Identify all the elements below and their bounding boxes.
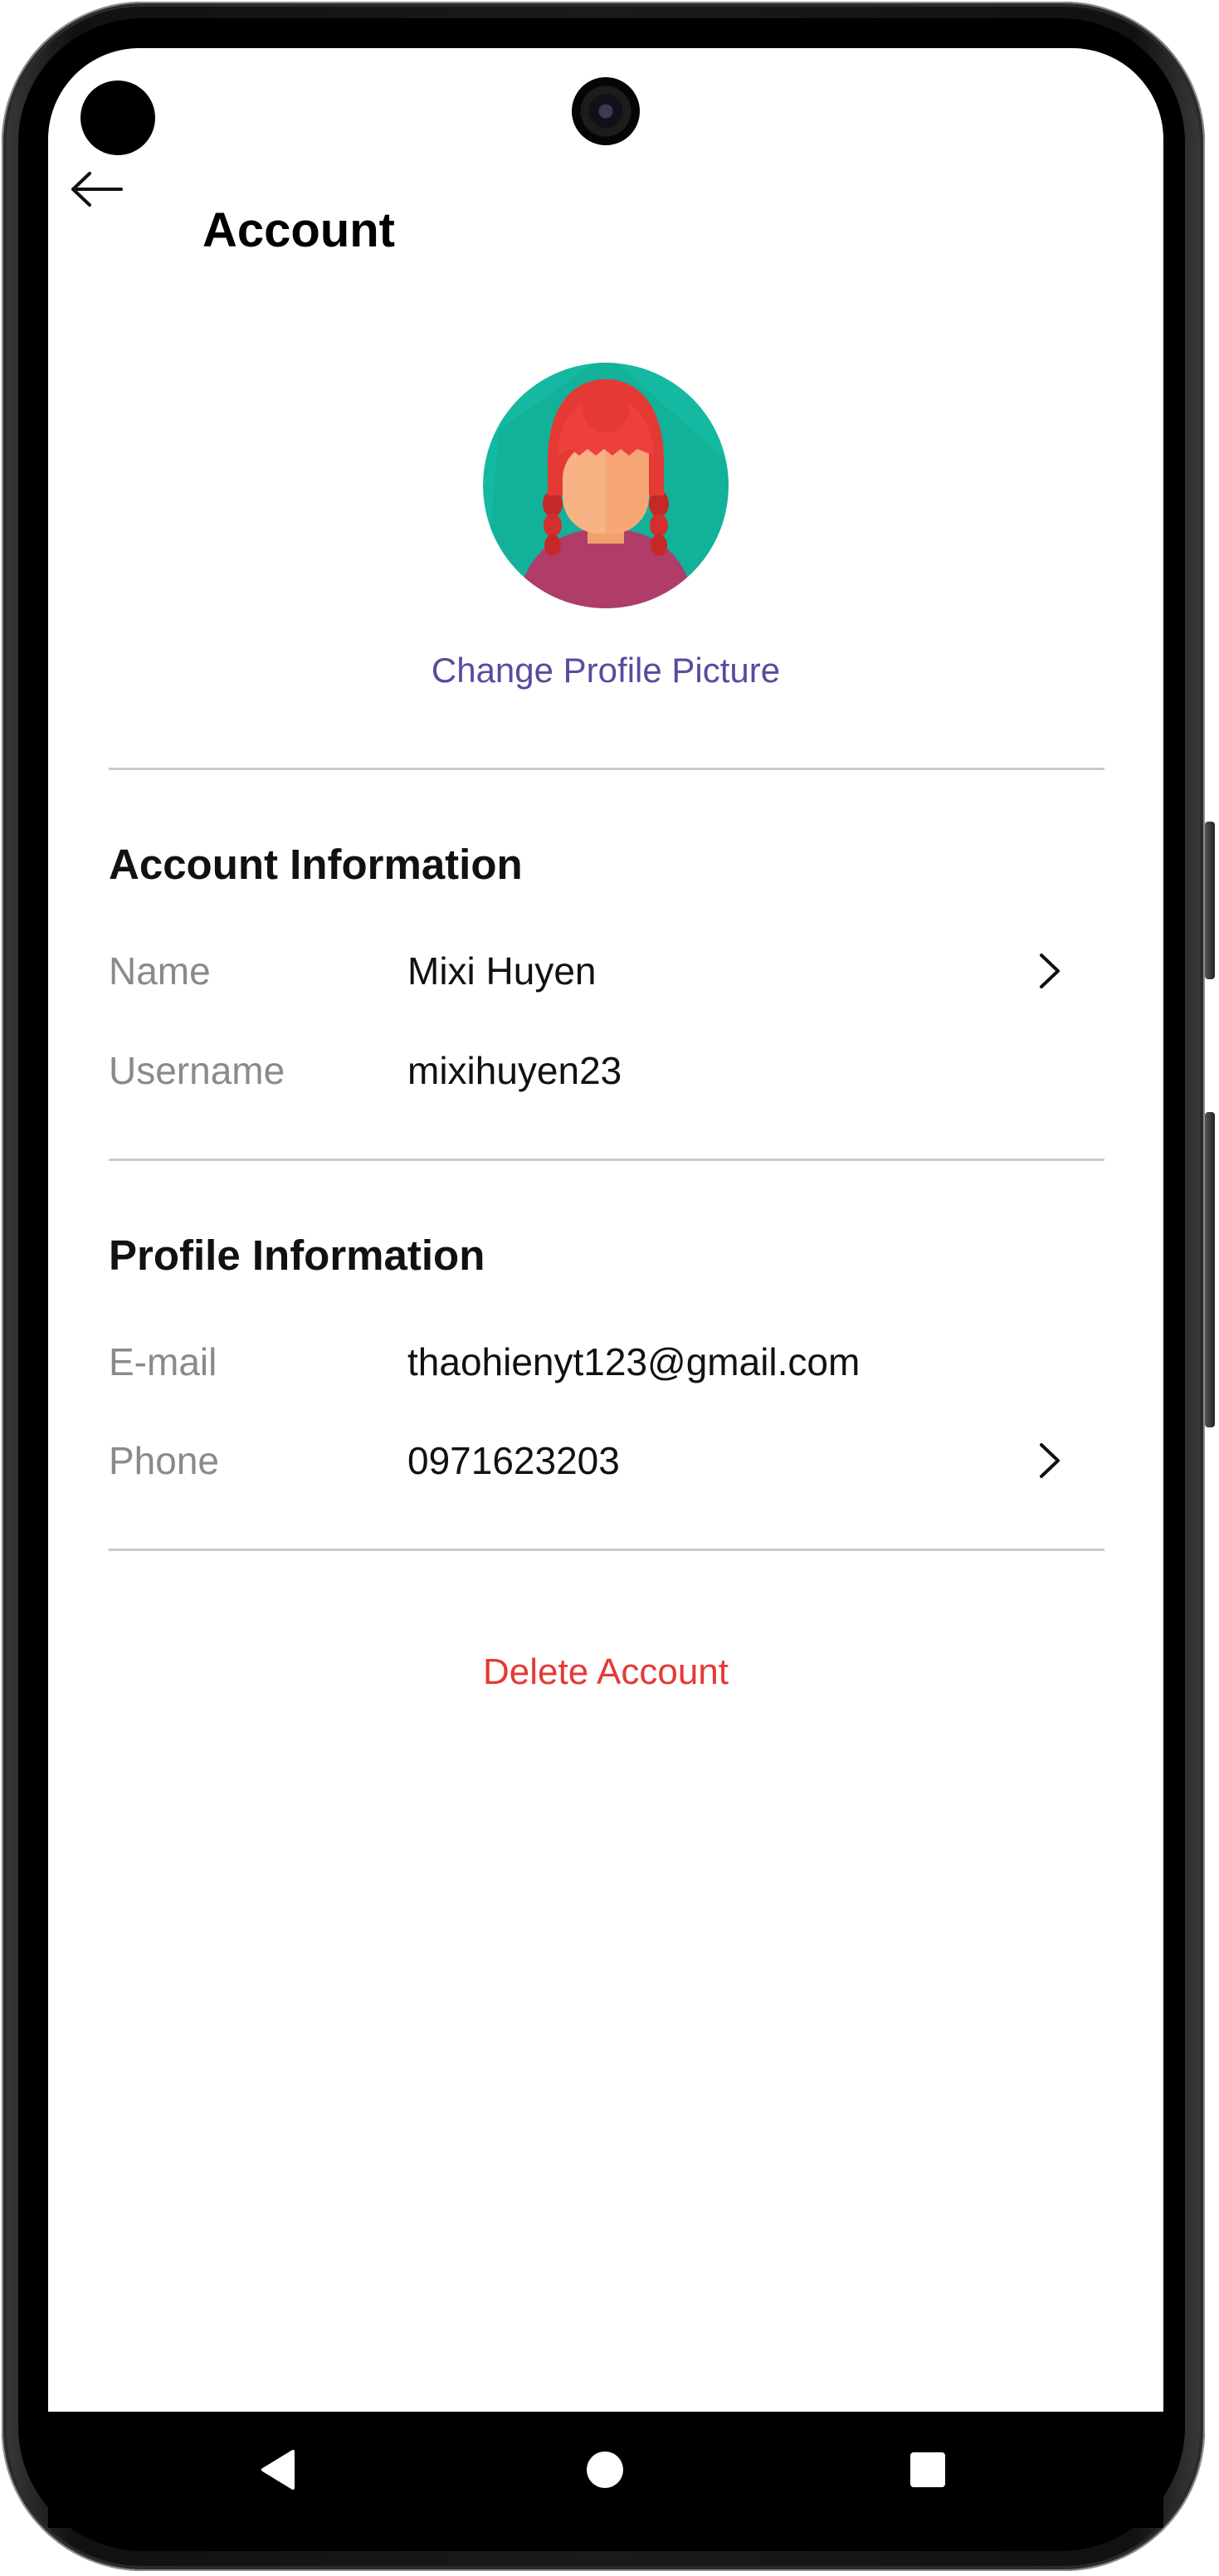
- section-divider: [109, 768, 1104, 770]
- volume-button: [1205, 822, 1215, 979]
- email-label: E-mail: [109, 1340, 217, 1383]
- system-back-button[interactable]: [220, 2412, 336, 2528]
- section-divider: [109, 1549, 1104, 1551]
- name-row[interactable]: Name Mixi Huyen: [109, 938, 1121, 1004]
- phone-label: Phone: [109, 1439, 220, 1482]
- account-information-title: Account Information: [109, 841, 523, 888]
- username-label: Username: [109, 1049, 285, 1092]
- profile-information-title: Profile Information: [109, 1232, 485, 1279]
- avatar-girl-icon: [483, 363, 729, 608]
- email-value: thaohienyt123@gmail.com: [407, 1340, 861, 1383]
- punch-hole-camera: [80, 80, 155, 155]
- front-camera: [572, 77, 640, 145]
- square-recents-icon: [910, 2452, 945, 2487]
- system-navigation-bar: [48, 2412, 1163, 2528]
- system-home-button[interactable]: [547, 2412, 663, 2528]
- system-recents-button[interactable]: [870, 2412, 986, 2528]
- email-row: E-mail thaohienyt123@gmail.com: [109, 1329, 1121, 1395]
- change-profile-picture-link[interactable]: Change Profile Picture: [48, 647, 1163, 694]
- back-button[interactable]: [55, 149, 138, 232]
- delete-account-button[interactable]: Delete Account: [48, 1647, 1163, 1697]
- arrow-left-icon: [70, 171, 123, 212]
- section-divider: [109, 1159, 1104, 1161]
- phone-device: Account Change Profile Picture Account I…: [0, 0, 1219, 2576]
- triangle-back-icon: [261, 2450, 295, 2490]
- name-label: Name: [109, 949, 211, 993]
- circle-home-icon: [587, 2452, 623, 2488]
- page-title: Account: [202, 203, 395, 257]
- username-row: Username mixihuyen23: [109, 1037, 1121, 1104]
- power-button: [1205, 1112, 1215, 1427]
- chevron-right-icon: [1026, 948, 1073, 994]
- phone-value: 0971623203: [407, 1439, 620, 1482]
- name-value: Mixi Huyen: [407, 949, 597, 993]
- profile-avatar[interactable]: [483, 363, 729, 608]
- username-value: mixihuyen23: [407, 1049, 622, 1092]
- chevron-right-icon: [1026, 1437, 1073, 1484]
- phone-row[interactable]: Phone 0971623203: [109, 1427, 1121, 1494]
